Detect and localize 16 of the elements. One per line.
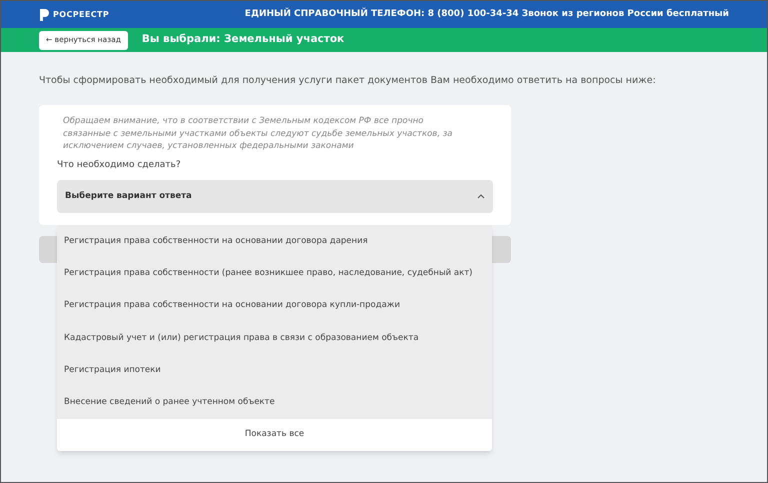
chevron-icon bbox=[477, 194, 485, 200]
dropdown-option[interactable]: Регистрация ипотеки bbox=[57, 354, 492, 386]
page-title: Вы выбрали: Земельный участок bbox=[142, 32, 344, 48]
dropdown-option[interactable]: Регистрация права собственности (ранее возникшее право, наследование, судебный акт) bbox=[57, 257, 492, 290]
logo-icon bbox=[39, 8, 49, 20]
show-all-link[interactable]: Показать все bbox=[57, 418, 492, 451]
intro-text: Чтобы сформировать необходимый для получения услуги пакет документов Вам необходимо ответить на вопросы ниже: bbox=[39, 74, 657, 88]
logo-text: РОСРЕЕСТР bbox=[53, 8, 110, 20]
hotline-text: ЕДИНЫЙ СПРАВОЧНЫЙ ТЕЛЕФОН: 8 (800) 100-34-34 Звонок из регионов России бесплатный bbox=[244, 8, 729, 21]
answer-select[interactable]: Выберите вариант ответа bbox=[57, 180, 493, 214]
dropdown-option[interactable]: Регистрация права собственности на основании договора купли-продажи bbox=[57, 290, 492, 322]
notice-text: Обращаем внимание, что в соответствии с Земельным кодексом РФ все прочно связанные с земельными участками объекты следуют судьбе земельных участков, за исключением случаев, установленных федеральными законами bbox=[62, 115, 454, 153]
dropdown-option[interactable]: Кадастровый учет и (или) регистрация права в связи с образованием объекта bbox=[57, 322, 492, 354]
question-label: Что необходимо сделать? bbox=[57, 158, 182, 172]
dropdown-option[interactable]: Внесение сведений о ранее учтенном объекте bbox=[57, 386, 492, 419]
dropdown-option[interactable]: Регистрация права собственности на основании договора дарения bbox=[57, 225, 492, 258]
